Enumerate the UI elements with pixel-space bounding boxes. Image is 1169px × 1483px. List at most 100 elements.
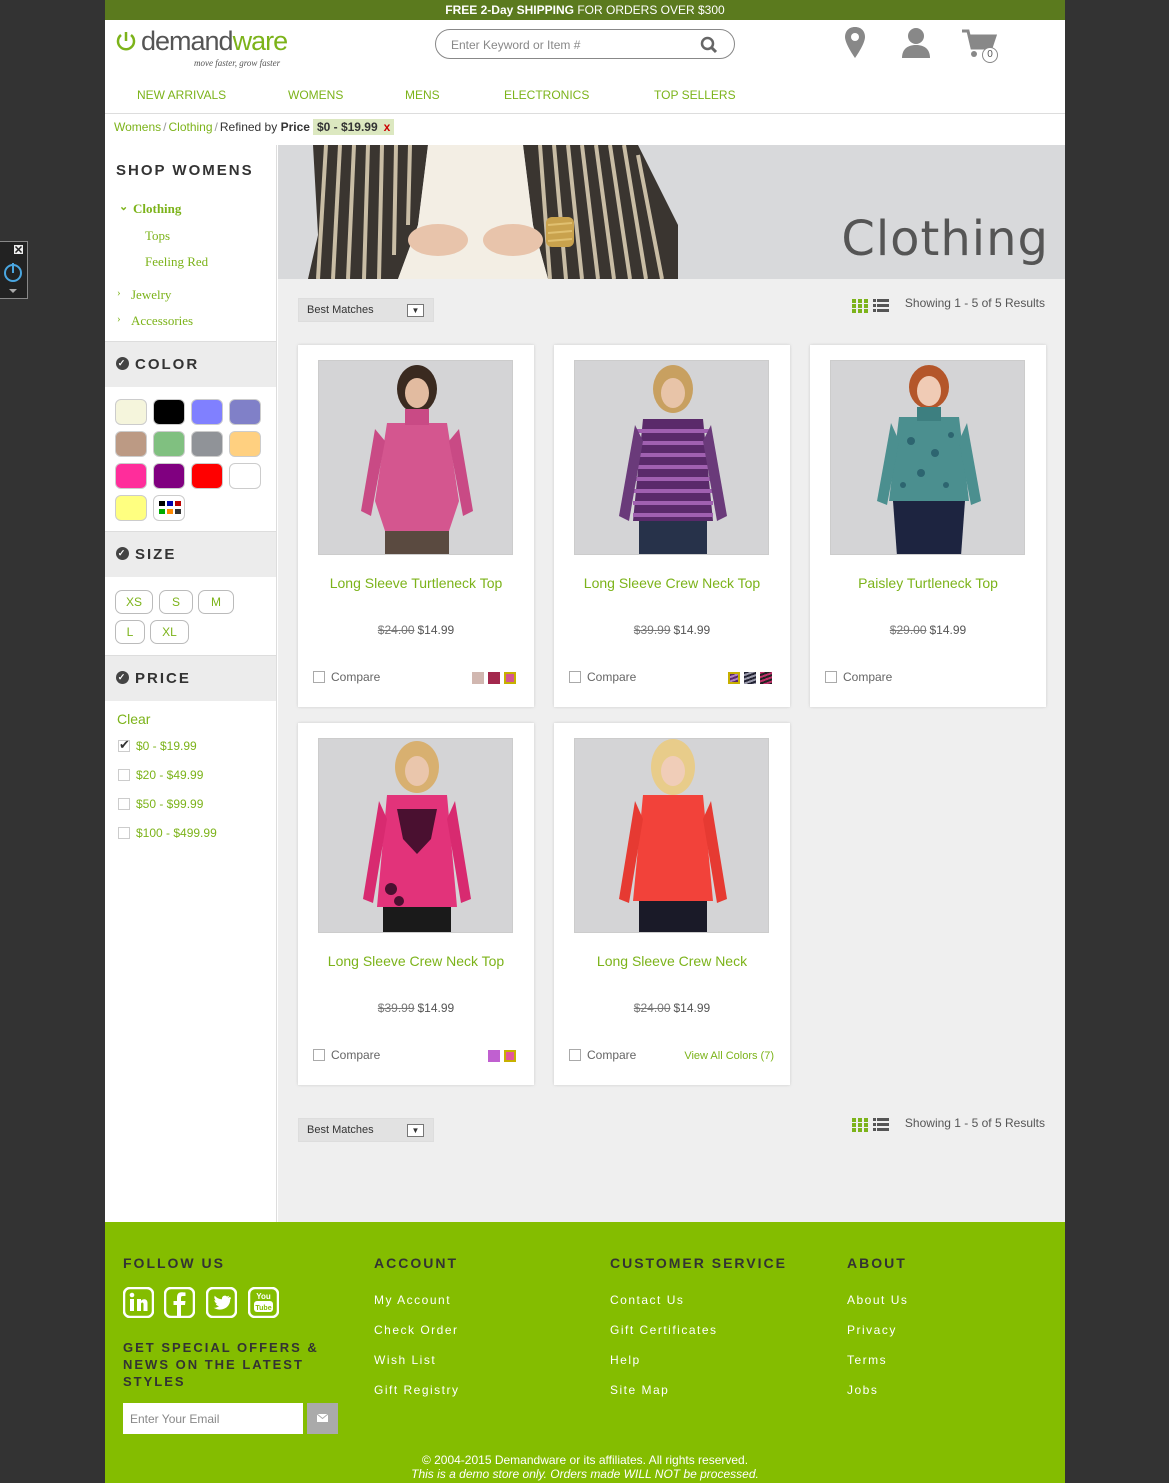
color-swatch-selected[interactable] [504, 1050, 516, 1062]
nav-top-sellers[interactable]: TOP SELLERS [654, 88, 736, 102]
category-clothing[interactable]: ⌄ Clothing [105, 195, 275, 221]
chevron-down-icon[interactable]: ▼ [407, 304, 424, 317]
facebook-icon[interactable] [164, 1287, 195, 1318]
footer-link-terms[interactable]: Terms [847, 1353, 887, 1367]
color-swatch-selected[interactable] [728, 672, 740, 684]
footer-link-site-map[interactable]: Site Map [610, 1383, 669, 1397]
product-tile[interactable]: Long Sleeve Turtleneck Top $24.00 $14.99 … [298, 345, 534, 707]
breadcrumb-womens[interactable]: Womens [114, 120, 161, 134]
price-option[interactable]: $0 - $19.99 [118, 737, 197, 753]
compare-checkbox[interactable] [313, 671, 325, 683]
compare-checkbox[interactable] [569, 671, 581, 683]
search-icon[interactable] [700, 36, 718, 54]
logo[interactable]: demandware move faster, grow faster [115, 26, 305, 70]
nav-new-arrivals[interactable]: NEW ARRIVALS [137, 88, 226, 102]
color-filter-header[interactable]: ✓ COLOR [105, 341, 276, 387]
color-swatch[interactable] [744, 672, 756, 684]
color-swatch[interactable] [488, 1050, 500, 1062]
store-locator-icon[interactable] [843, 26, 867, 60]
search-input[interactable] [451, 36, 691, 54]
color-swatch[interactable] [229, 463, 261, 489]
color-swatch-selected[interactable] [504, 672, 516, 684]
product-tile[interactable]: Paisley Turtleneck Top $29.00 $14.99 Comp… [810, 345, 1046, 707]
product-image[interactable] [830, 360, 1025, 555]
color-swatch[interactable] [115, 399, 147, 425]
compare-option[interactable]: Compare [313, 1048, 380, 1062]
email-input[interactable] [123, 1403, 303, 1434]
footer-link-contact-us[interactable]: Contact Us [610, 1293, 684, 1307]
color-swatch[interactable] [191, 463, 223, 489]
color-swatch[interactable] [153, 399, 185, 425]
color-swatch[interactable] [488, 672, 500, 684]
twitter-icon[interactable] [206, 1287, 237, 1318]
product-image[interactable] [574, 738, 769, 933]
sort-select[interactable]: Best Matches ▼ [298, 1118, 434, 1142]
size-s[interactable]: S [159, 590, 193, 614]
checkbox[interactable] [118, 798, 130, 810]
linkedin-icon[interactable] [123, 1287, 154, 1318]
color-swatch[interactable] [115, 431, 147, 457]
size-filter-header[interactable]: ✓ SIZE [105, 531, 276, 577]
footer-link-wish-list[interactable]: Wish List [374, 1353, 436, 1367]
product-tile[interactable]: Long Sleeve Crew Neck Top $39.99 $14.99 C… [554, 345, 790, 707]
color-swatch[interactable] [153, 495, 185, 521]
price-option[interactable]: $100 - $499.99 [118, 826, 217, 840]
account-icon[interactable] [901, 26, 931, 60]
nav-womens[interactable]: WOMENS [288, 88, 343, 102]
category-accessories[interactable]: › Accessories [105, 307, 275, 333]
email-submit-button[interactable] [307, 1403, 338, 1434]
chevron-down-icon[interactable]: ▼ [407, 1124, 424, 1137]
compare-option[interactable]: Compare [569, 1048, 636, 1062]
color-swatch[interactable] [115, 495, 147, 521]
product-name[interactable]: Long Sleeve Crew Neck [554, 953, 790, 969]
size-l[interactable]: L [115, 620, 145, 644]
size-xl[interactable]: XL [150, 620, 189, 644]
price-clear-link[interactable]: Clear [117, 711, 150, 727]
price-option[interactable]: $20 - $49.99 [118, 768, 203, 782]
compare-checkbox[interactable] [313, 1049, 325, 1061]
remove-refinement-button[interactable]: x [384, 120, 391, 134]
color-swatch[interactable] [191, 431, 223, 457]
product-name[interactable]: Long Sleeve Crew Neck Top [298, 953, 534, 969]
footer-link-help[interactable]: Help [610, 1353, 641, 1367]
nav-mens[interactable]: MENS [405, 88, 440, 102]
color-swatch[interactable] [191, 399, 223, 425]
compare-checkbox[interactable] [825, 671, 837, 683]
color-swatch[interactable] [115, 463, 147, 489]
product-name[interactable]: Long Sleeve Turtleneck Top [298, 575, 534, 591]
footer-link-my-account[interactable]: My Account [374, 1293, 451, 1307]
price-filter-header[interactable]: ✓ PRICE [105, 655, 276, 701]
footer-link-check-order[interactable]: Check Order [374, 1323, 459, 1337]
dock-widget[interactable] [0, 241, 28, 299]
footer-link-gift-registry[interactable]: Gift Registry [374, 1383, 460, 1397]
size-m[interactable]: M [198, 590, 234, 614]
category-feeling-red[interactable]: Feeling Red [105, 248, 275, 274]
compare-checkbox[interactable] [569, 1049, 581, 1061]
price-option[interactable]: $50 - $99.99 [118, 797, 203, 811]
compare-option[interactable]: Compare [569, 670, 636, 684]
color-swatch[interactable] [760, 672, 772, 684]
product-name[interactable]: Paisley Turtleneck Top [810, 575, 1046, 591]
checkbox-checked[interactable] [118, 737, 130, 753]
product-image[interactable] [574, 360, 769, 555]
product-tile[interactable]: Long Sleeve Crew Neck $24.00 $14.99 Compa… [554, 723, 790, 1085]
product-tile[interactable]: Long Sleeve Crew Neck Top $39.99 $14.99 C… [298, 723, 534, 1085]
compare-option[interactable]: Compare [825, 670, 892, 684]
footer-link-jobs[interactable]: Jobs [847, 1383, 878, 1397]
checkbox[interactable] [118, 827, 130, 839]
youtube-icon[interactable]: You Tube [248, 1287, 279, 1318]
product-image[interactable] [318, 360, 513, 555]
breadcrumb-clothing[interactable]: Clothing [168, 120, 212, 134]
nav-electronics[interactable]: ELECTRONICS [504, 88, 589, 102]
search-box[interactable] [435, 29, 735, 59]
sort-select[interactable]: Best Matches ▼ [298, 298, 434, 322]
color-swatch[interactable] [229, 399, 261, 425]
category-jewelry[interactable]: › Jewelry [105, 281, 275, 307]
footer-link-about-us[interactable]: About Us [847, 1293, 908, 1307]
color-swatch[interactable] [472, 672, 484, 684]
product-image[interactable] [318, 738, 513, 933]
compare-option[interactable]: Compare [313, 670, 380, 684]
size-xs[interactable]: XS [115, 590, 153, 614]
color-swatch[interactable] [229, 431, 261, 457]
view-all-colors-link[interactable]: View All Colors (7) [684, 1050, 774, 1062]
